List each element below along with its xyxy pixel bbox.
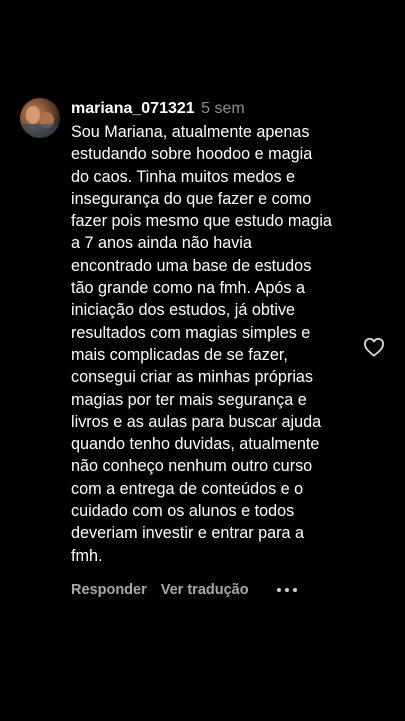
- comment-line: mais complicadas de se fazer,: [71, 345, 288, 364]
- comment-time: 5 sem: [201, 100, 245, 117]
- comment-line: fazer pois mesmo que estudo magia: [71, 212, 332, 231]
- comment-line: cuidado com os alunos e todos: [71, 502, 295, 521]
- comment-line: insegurança do que fazer e como: [71, 189, 312, 208]
- comment-line: fmh.: [71, 546, 103, 565]
- comment-line: livros e as aulas para buscar ajuda: [71, 412, 322, 431]
- username[interactable]: mariana_071321: [71, 100, 195, 117]
- comment-line: encontrado uma base de estudos: [71, 256, 312, 275]
- avatar[interactable]: [20, 98, 60, 138]
- comment-actions: Responder Ver tradução: [71, 582, 297, 598]
- comment-line: não conheço nenhum outro curso: [71, 457, 313, 476]
- see-translation-button[interactable]: Ver tradução: [161, 582, 249, 598]
- comment-line: consegui criar as minhas próprias: [71, 368, 314, 387]
- comment-line: iniciação dos estudos, já obtive: [71, 301, 296, 320]
- reply-button[interactable]: Responder: [71, 582, 147, 598]
- comment-content: mariana_071321 5 sem Sou Mariana, atualm…: [71, 98, 361, 567]
- comment-line: deveriam investir e entrar para a: [71, 524, 305, 543]
- comment-line: tão grande como na fmh. Após a: [71, 279, 305, 298]
- comment-text: Sou Mariana, atualmente apenas estudando…: [71, 121, 356, 567]
- ellipsis-icon[interactable]: [276, 583, 297, 597]
- comment-line: Sou Mariana, atualmente apenas: [71, 123, 310, 141]
- heart-icon[interactable]: [363, 337, 385, 357]
- comment-line: a 7 anos ainda não havia: [71, 234, 252, 253]
- comment-line: estudando sobre hoodoo e magia: [71, 145, 313, 164]
- comment-header: mariana_071321 5 sem: [71, 98, 361, 120]
- comment-line: com a entrega de conteúdos e o: [71, 479, 304, 498]
- comment-line: do caos. Tinha muitos medos e: [71, 167, 296, 186]
- comment-line: quando tenho duvidas, atualmente: [71, 435, 320, 454]
- comment-line: magias por ter mais segurança e: [71, 390, 307, 409]
- comment-line: resultados com magias simples e: [71, 323, 311, 342]
